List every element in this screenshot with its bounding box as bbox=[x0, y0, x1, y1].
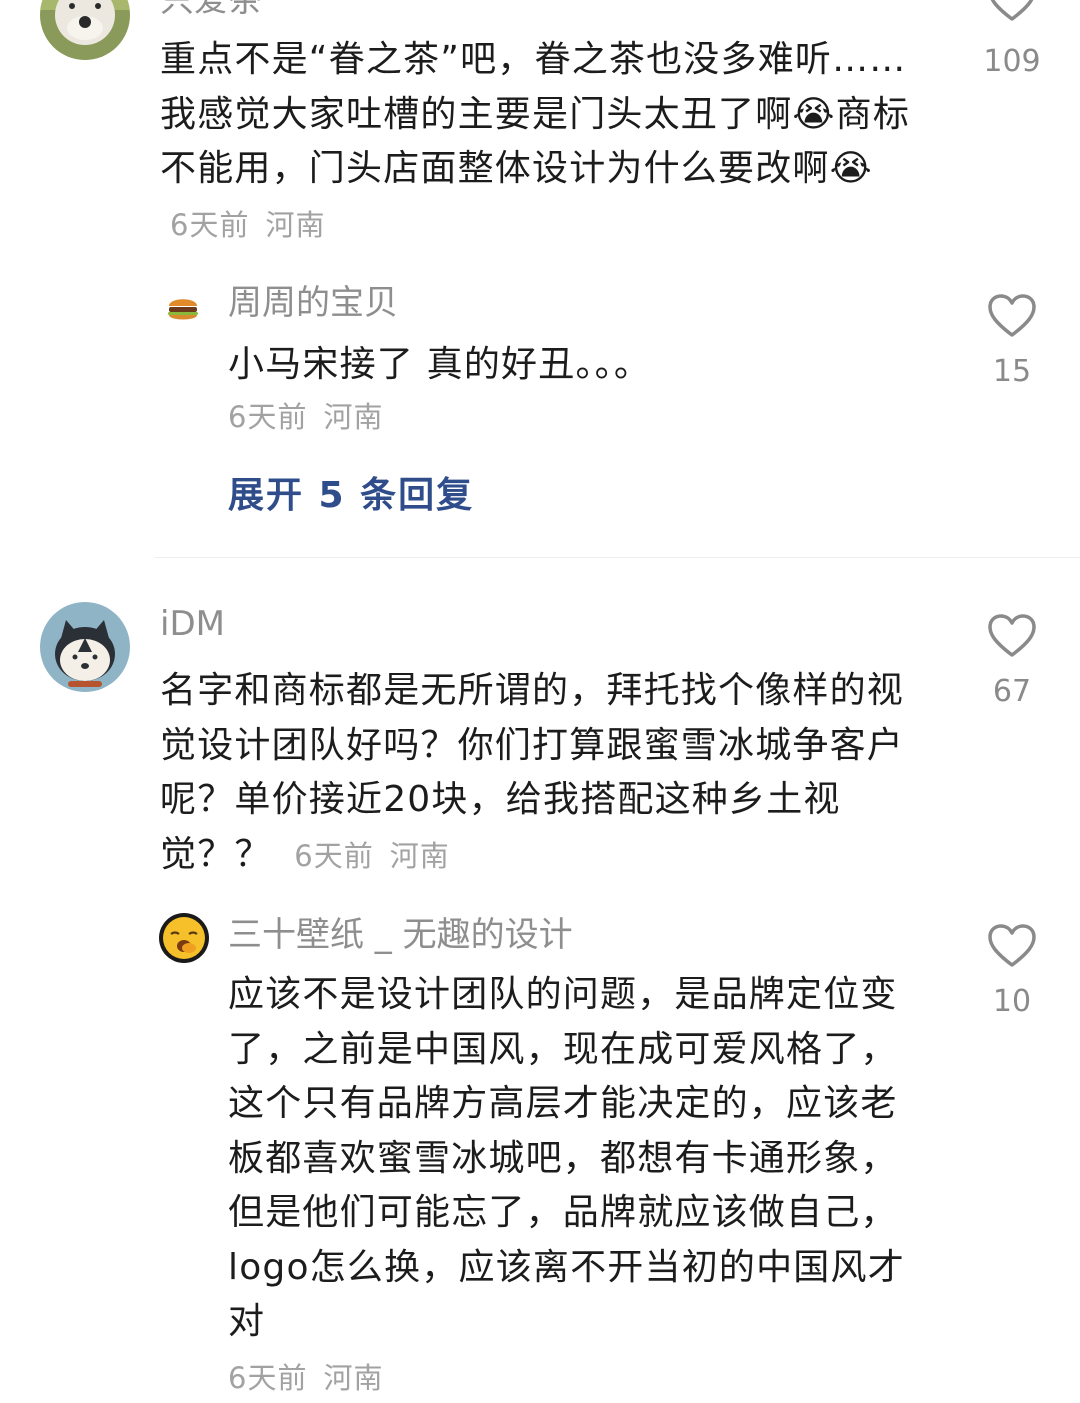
comment-username[interactable]: iDM bbox=[160, 604, 225, 644]
reply-time: 6天前 bbox=[228, 1361, 308, 1395]
reply-location: 河南 bbox=[323, 400, 384, 434]
expand-replies-button[interactable]: 展开 5 条回复 bbox=[228, 466, 474, 518]
reply-text: 应该不是设计团队的问题，是品牌定位变了，之前是中国风，现在成可爱风格了，这个只有… bbox=[228, 974, 905, 1342]
comment-text: 重点不是“眷之茶”吧，眷之茶也没多难听……我感觉大家吐槽的主要是门头太丑了啊😭商… bbox=[160, 39, 911, 242]
reply-location: 河南 bbox=[323, 1361, 384, 1395]
heart-outline-icon bbox=[988, 924, 1036, 967]
heart-outline-icon bbox=[988, 294, 1036, 337]
reply-text: 小马宋接了 真的好丑。。。 bbox=[228, 344, 652, 385]
comment-location: 河南 bbox=[389, 838, 450, 873]
like-button[interactable]: 109 bbox=[962, 0, 1062, 80]
reply-meta: 6天前 河南 bbox=[228, 394, 383, 436]
reply-like-count: 10 bbox=[992, 984, 1032, 1019]
reply-meta: 6天前 河南 bbox=[228, 1355, 383, 1397]
avatar-yawn-emoji[interactable] bbox=[158, 912, 210, 964]
reply-like-button[interactable]: 15 bbox=[962, 294, 1062, 390]
comment-text: 名字和商标都是无所谓的，拜托找个像样的视觉设计团队好吗？你们打算跟蜜雪冰城争客户… bbox=[160, 670, 905, 875]
like-button[interactable]: 67 bbox=[962, 614, 1062, 710]
avatar-dog[interactable] bbox=[40, 0, 130, 60]
reply-username[interactable]: 周周的宝贝 bbox=[228, 283, 398, 323]
reply-username[interactable]: 三十壁纸 _ 无趣的设计 bbox=[228, 915, 573, 955]
reply-like-button[interactable]: 10 bbox=[962, 924, 1062, 1020]
reply-time: 6天前 bbox=[228, 400, 308, 434]
avatar-husky[interactable] bbox=[40, 602, 130, 692]
like-count: 109 bbox=[983, 44, 1041, 79]
avatar-hamburger[interactable] bbox=[165, 290, 201, 326]
divider bbox=[155, 557, 1080, 558]
heart-outline-icon bbox=[990, 0, 1034, 21]
comment-time: 6天前 bbox=[170, 207, 250, 242]
comment-location: 河南 bbox=[265, 207, 326, 242]
comment-time: 6天前 bbox=[294, 838, 374, 873]
reply-like-count: 15 bbox=[992, 354, 1032, 389]
comment-username[interactable]: 只爱茶 bbox=[160, 0, 262, 20]
like-count: 67 bbox=[992, 674, 1032, 709]
heart-outline-icon bbox=[988, 614, 1036, 657]
